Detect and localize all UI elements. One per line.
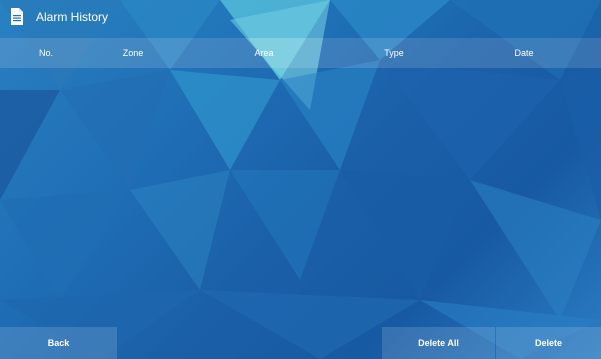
delete-all-button[interactable]: Delete All (382, 327, 495, 359)
column-header-area: Area (254, 48, 274, 58)
bottom-toolbar: Back Delete All Delete (0, 327, 601, 359)
alarm-list[interactable] (0, 68, 601, 327)
column-header-zone: Zone (122, 48, 144, 58)
title-bar: Alarm History (0, 0, 601, 38)
column-header-type: Type (384, 48, 404, 58)
column-header-no: No. (38, 48, 53, 58)
page-title: Alarm History (36, 10, 109, 24)
table-header-row: No. Zone Area Type Date (0, 38, 601, 68)
alarm-history-screen: Alarm History No. Zone Area Type Date Ba… (0, 0, 601, 359)
delete-button[interactable]: Delete (496, 327, 601, 359)
document-icon (11, 8, 23, 25)
column-header-date: Date (514, 48, 534, 58)
back-button[interactable]: Back (0, 327, 117, 359)
